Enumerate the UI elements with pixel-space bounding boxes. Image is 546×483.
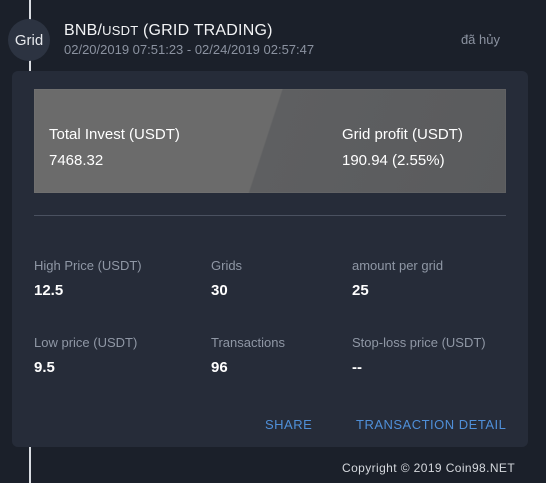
- grid-badge: Grid: [8, 19, 50, 61]
- total-invest-value: 7468.32: [49, 152, 104, 169]
- grids-value: 30: [211, 282, 228, 299]
- divider: [34, 215, 506, 216]
- order-status: đã hủy: [460, 32, 500, 47]
- low-price-label: Low price (USDT): [34, 335, 138, 350]
- stop-loss-label: Stop-loss price (USDT): [352, 335, 486, 350]
- order-title: BNB/USDT (GRID TRADING): [64, 22, 273, 40]
- low-price-value: 9.5: [34, 359, 55, 376]
- transactions-value: 96: [211, 359, 228, 376]
- order-date-range: 02/20/2019 07:51:23 - 02/24/2019 02:57:4…: [64, 42, 315, 57]
- grid-badge-label: Grid: [14, 31, 44, 49]
- pair-quote: USDT: [102, 23, 139, 38]
- order-detail-card: Total Invest (USDT) 7468.32 Grid profit …: [12, 71, 528, 447]
- transaction-detail-button[interactable]: TRANSACTION DETAIL: [356, 417, 506, 432]
- transactions-label: Transactions: [211, 335, 285, 350]
- summary-panel: Total Invest (USDT) 7468.32 Grid profit …: [34, 89, 506, 193]
- grids-label: Grids: [211, 258, 243, 273]
- high-price-value: 12.5: [34, 282, 64, 299]
- share-button[interactable]: SHARE: [265, 417, 312, 432]
- strategy-type: (GRID TRADING): [138, 22, 273, 39]
- amount-per-grid-value: 25: [352, 282, 369, 299]
- page: Grid BNB/USDT (GRID TRADING) 02/20/2019 …: [0, 0, 546, 483]
- grid-profit-label: Grid profit (USDT): [342, 126, 463, 143]
- grid-profit-value: 190.94 (2.55%): [342, 152, 445, 169]
- high-price-label: High Price (USDT): [34, 258, 142, 273]
- pair-base: BNB/: [64, 22, 103, 39]
- stop-loss-value: --: [352, 359, 362, 376]
- copyright-text: Copyright © 2019 Coin98.NET: [342, 461, 516, 475]
- amount-per-grid-label: amount per grid: [352, 258, 444, 273]
- total-invest-label: Total Invest (USDT): [49, 126, 180, 143]
